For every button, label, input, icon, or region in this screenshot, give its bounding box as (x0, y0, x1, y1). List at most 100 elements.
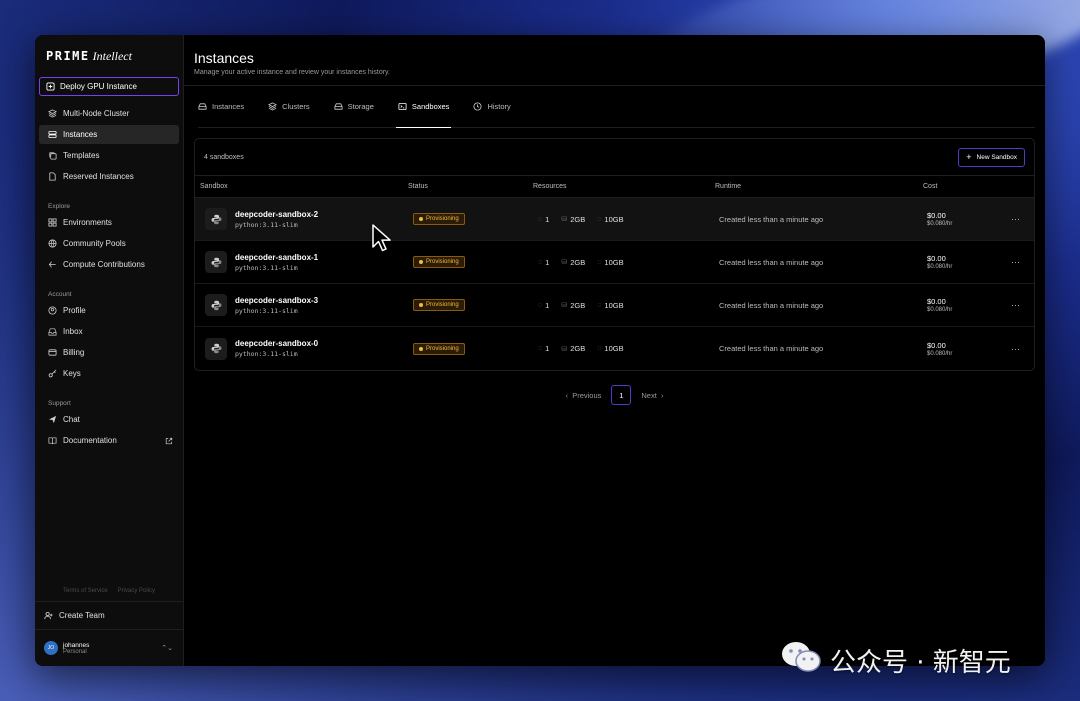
status-badge: Provisioning (413, 342, 465, 355)
tab-storage[interactable]: Storage (334, 86, 374, 127)
send-icon (48, 415, 57, 424)
sidebar-item-compute-contributions[interactable]: Compute Contributions (39, 255, 179, 274)
privacy-link[interactable]: Privacy Policy (118, 588, 155, 594)
section-label-explore: Explore (48, 203, 71, 210)
disk-icon: ◌ (597, 258, 602, 266)
runtime-cell: Created less than a minute ago (719, 300, 824, 310)
row-menu-icon[interactable]: ··· (998, 344, 1033, 354)
status-dot-icon (419, 260, 423, 264)
row-menu-icon[interactable]: ··· (998, 214, 1033, 224)
page-number-button[interactable]: 1 (611, 385, 632, 405)
tab-history[interactable]: History (473, 86, 511, 127)
file-icon (48, 172, 57, 181)
next-button[interactable]: Next › (641, 391, 663, 400)
grid-icon (48, 218, 57, 227)
user-plus-icon (44, 611, 53, 620)
sandbox-name[interactable]: deepcoder-sandbox-0 (235, 339, 318, 348)
sidebar-item-billing[interactable]: Billing (39, 343, 179, 362)
memory-value: 2GB (570, 214, 586, 224)
sidebar-item-reserved-instances[interactable]: Reserved Instances (39, 167, 179, 186)
resources-cell: ◌ 1 ⛁ 2GB ◌ 10GB (529, 344, 710, 353)
sidebar-item-instances[interactable]: Instances (39, 125, 179, 144)
runtime-cell: Created less than a minute ago (719, 257, 824, 267)
resource-disk: ◌ 10GB (597, 215, 623, 224)
cost-value: $0.00 (927, 254, 946, 263)
watermark: 公众号 · 新智元 (780, 640, 1011, 681)
previous-label: Previous (572, 390, 602, 400)
server-icon (198, 102, 207, 111)
resource-cpu: ◌ 1 (538, 344, 549, 353)
globe-icon (48, 239, 57, 248)
cost-cell: $0.00 $0.080/hr (918, 341, 998, 357)
status-cell: Provisioning (404, 213, 529, 225)
resources-cell: ◌ 1 ⛁ 2GB ◌ 10GB (529, 301, 710, 310)
sandbox-name[interactable]: deepcoder-sandbox-1 (235, 253, 318, 262)
table-row[interactable]: deepcoder-sandbox-2 python:3.11-slim Pro… (195, 198, 1034, 241)
sidebar-item-multi-node-cluster[interactable]: Multi-Node Cluster (39, 104, 179, 123)
sidebar-item-community-pools[interactable]: Community Pools (39, 234, 179, 253)
sidebar-item-documentation[interactable]: Documentation (39, 431, 179, 450)
status-cell: Provisioning (404, 256, 529, 268)
sidebar-item-label: Instances (63, 130, 98, 139)
table-row[interactable]: deepcoder-sandbox-1 python:3.11-slim Pro… (195, 241, 1034, 284)
new-sandbox-button[interactable]: + New Sandbox (958, 147, 1025, 167)
tab-sandboxes[interactable]: Sandboxes (395, 86, 451, 128)
book-icon (48, 436, 57, 445)
card-icon (48, 348, 57, 357)
user-menu[interactable]: JO johannes Personal ⌃⌄ (35, 630, 183, 666)
clock-icon (473, 102, 482, 111)
sidebar-item-label: Profile (63, 306, 86, 315)
resource-disk: ◌ 10GB (597, 301, 623, 310)
footer-links: Terms of Service Privacy Policy (35, 588, 183, 594)
sidebar-item-label: Compute Contributions (63, 260, 145, 269)
sidebar-item-chat[interactable]: Chat (39, 410, 179, 429)
disk-value: 10GB (604, 300, 624, 310)
create-team-button[interactable]: Create Team (35, 602, 183, 630)
row-menu-icon[interactable]: ··· (998, 257, 1033, 267)
key-icon (48, 369, 57, 378)
sidebar-item-label: Documentation (63, 436, 117, 445)
memory-value: 2GB (570, 257, 586, 267)
tab-clusters[interactable]: Clusters (268, 86, 310, 127)
tab-label: History (487, 102, 511, 111)
sidebar-item-inbox[interactable]: Inbox (39, 322, 179, 341)
cost-value: $0.00 (927, 297, 946, 306)
memory-icon: ⛁ (561, 302, 568, 309)
sidebar-item-label: Community Pools (63, 239, 126, 248)
column-header-cost: Cost (923, 183, 938, 190)
deploy-gpu-button[interactable]: Deploy GPU Instance (39, 77, 179, 96)
previous-button[interactable]: ‹ Previous (566, 391, 602, 400)
logo[interactable]: PRIME Intellect (35, 35, 183, 75)
app-window: PRIME Intellect Deploy GPU Instance Mult… (35, 35, 1045, 666)
cost-cell: $0.00 $0.080/hr (918, 211, 998, 227)
sidebar-item-label: Billing (63, 348, 85, 357)
sandbox-image: python:3.11-slim (235, 220, 298, 229)
section-label-support: Support (48, 400, 71, 407)
row-menu-icon[interactable]: ··· (998, 300, 1033, 310)
cost-rate: $0.080/hr (927, 307, 953, 313)
python-icon (205, 251, 227, 273)
next-label: Next (641, 390, 657, 400)
layers-icon (268, 102, 278, 111)
resource-cpu: ◌ 1 (538, 301, 549, 310)
resources-cell: ◌ 1 ⛁ 2GB ◌ 10GB (529, 258, 710, 267)
table-row[interactable]: deepcoder-sandbox-3 python:3.11-slim Pro… (195, 284, 1034, 327)
sidebar-item-templates[interactable]: Templates (39, 146, 179, 165)
memory-icon: ⛁ (561, 259, 568, 266)
terms-link[interactable]: Terms of Service (63, 588, 108, 594)
sidebar-item-keys[interactable]: Keys (39, 364, 179, 383)
sidebar-item-environments[interactable]: Environments (39, 213, 179, 232)
sandbox-name[interactable]: deepcoder-sandbox-2 (235, 210, 318, 219)
cpu-icon: ◌ (538, 215, 543, 223)
user-plan: Personal (63, 648, 87, 655)
table-row[interactable]: deepcoder-sandbox-0 python:3.11-slim Pro… (195, 327, 1034, 370)
sidebar-item-label: Chat (63, 415, 80, 424)
tab-instances[interactable]: Instances (198, 86, 244, 127)
sandbox-name[interactable]: deepcoder-sandbox-3 (235, 296, 318, 305)
column-header-resources: Resources (533, 183, 567, 190)
status-badge: Provisioning (413, 213, 465, 225)
cpu-icon: ◌ (538, 345, 543, 352)
terminal-icon (398, 102, 407, 111)
page-title: Instances (194, 50, 254, 66)
sidebar-item-profile[interactable]: Profile (39, 301, 179, 320)
